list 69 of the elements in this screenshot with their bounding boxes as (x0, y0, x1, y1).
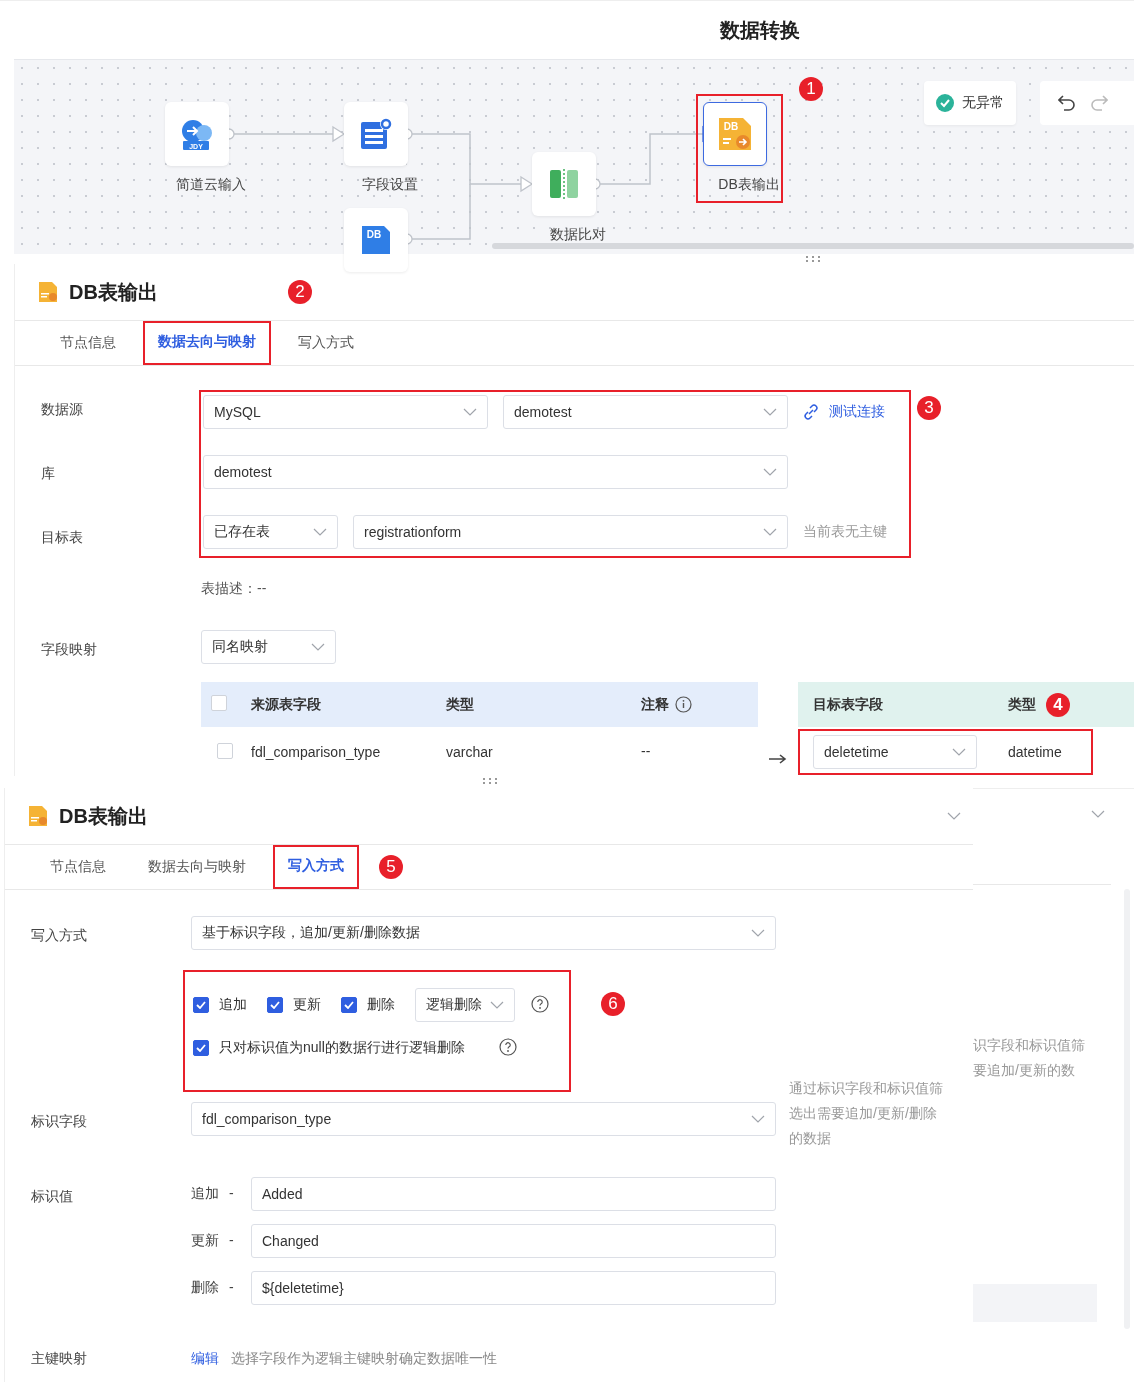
input-field[interactable]: Changed (251, 1224, 776, 1258)
hint-text: 当前表无主键 (803, 523, 887, 541)
select-field[interactable]: MySQL (203, 395, 488, 429)
table-cell-text: datetime (1008, 744, 1063, 760)
column-header: 类型 (446, 695, 475, 714)
select-field[interactable]: 已存在表 (203, 515, 338, 549)
field-label: 写入方式 (31, 926, 88, 945)
column-header: 注释 (641, 695, 669, 714)
delete-mode-select[interactable]: 逻辑删除 (415, 988, 515, 1022)
value-label: 追加 (191, 1185, 219, 1203)
panel-title: DB表输出 (59, 803, 149, 829)
step-badge: 5 (379, 855, 403, 879)
select-field[interactable]: fdl_comparison_type (191, 1102, 776, 1136)
background-text: 识字段和标识值筛 (973, 1036, 1085, 1055)
dash-text: - (229, 1185, 234, 1203)
value-label: 删除 (191, 1279, 219, 1297)
option-label: 只对标识值为null的数据行进行逻辑删除 (219, 1039, 465, 1057)
field-label: 标识字段 (31, 1112, 88, 1131)
option-label: 更新 (293, 996, 321, 1014)
tab[interactable]: 写入方式 (283, 321, 369, 365)
page-title: 数据转换 (720, 17, 800, 43)
edit-link[interactable]: 编辑 (191, 1350, 219, 1368)
node-label: 字段设置 (362, 176, 418, 194)
field-label: 目标表 (41, 528, 84, 547)
column-header: 类型 (1008, 695, 1036, 714)
field-label: 标识值 (31, 1187, 74, 1206)
input-field[interactable]: ${deletetime} (251, 1271, 776, 1305)
select-field[interactable]: 基于标识字段，追加/更新/删除数据 (191, 916, 776, 950)
column-header: 来源表字段 (251, 695, 322, 714)
node-label: DB表输出 (718, 176, 780, 194)
input-field[interactable]: Added (251, 1177, 776, 1211)
option-label: 追加 (219, 996, 247, 1014)
select-field[interactable]: demotest (203, 455, 788, 489)
dash-text: - (229, 1232, 234, 1250)
select-field[interactable]: 同名映射 (201, 630, 336, 664)
test-connection-link[interactable]: 测试连接 (803, 403, 885, 421)
help-text: 选择字段作为逻辑主键映射确定数据唯一性 (231, 1350, 497, 1368)
status-text: 无异常 (962, 94, 1004, 112)
select-field[interactable]: registrationform (353, 515, 788, 549)
field-label: 主键映射 (31, 1349, 88, 1368)
tab[interactable]: 数据去向与映射 (143, 321, 271, 365)
tab[interactable]: 节点信息 (35, 845, 121, 889)
table-cell-text: -- (641, 742, 652, 759)
value-label: 更新 (191, 1232, 219, 1250)
step-badge: 4 (1046, 692, 1070, 717)
field-label: 字段映射 (41, 640, 98, 659)
node-label: 数据比对 (550, 226, 606, 244)
option-label: 删除 (367, 996, 395, 1014)
step-badge: 2 (287, 280, 312, 304)
field-label: 数据源 (41, 400, 84, 419)
table-cell-text: varchar (446, 744, 494, 760)
tab[interactable]: 写入方式 (273, 845, 359, 889)
tab[interactable]: 数据去向与映射 (133, 845, 261, 889)
table-description: 表描述：-- (201, 579, 268, 598)
panel-title: DB表输出 (69, 279, 158, 305)
background-text: 要追加/更新的数 (973, 1061, 1076, 1080)
select-field[interactable]: deletetime (813, 735, 977, 769)
table-cell-text: fdl_comparison_type (251, 744, 382, 760)
step-badge: 6 (601, 992, 625, 1016)
hint-text: 通过标识字段和标识值筛选出需要追加/更新/删除的数据 (789, 1079, 944, 1148)
step-badge: 1 (799, 77, 823, 101)
flow-node[interactable]: DB (344, 208, 408, 272)
select-field[interactable]: demotest (503, 395, 788, 429)
step-badge: 3 (917, 396, 941, 420)
node-label: 简道云输入 (176, 176, 246, 194)
dash-text: - (229, 1279, 234, 1297)
field-label: 库 (41, 464, 56, 483)
tab[interactable]: 节点信息 (45, 321, 131, 365)
column-header: 目标表字段 (813, 695, 884, 714)
